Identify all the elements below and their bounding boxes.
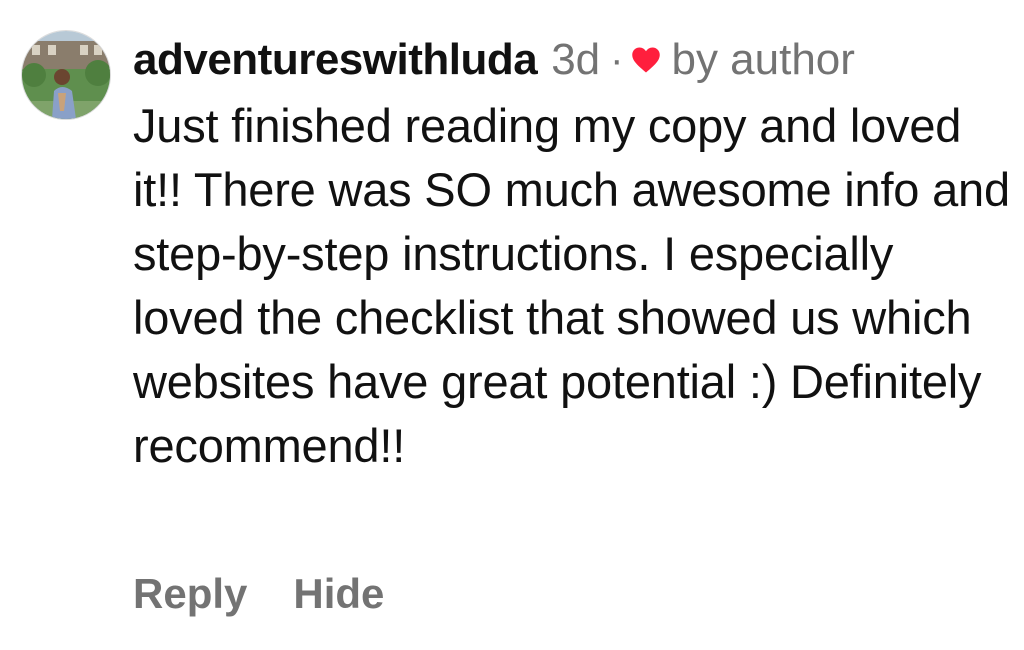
comment-text: Just finished reading my copy and loved … <box>133 99 1010 472</box>
comment-header: adventureswithluda 3d · by author <box>133 32 1013 88</box>
avatar[interactable] <box>21 30 111 120</box>
username-link[interactable]: adventureswithluda <box>133 35 538 85</box>
reply-button[interactable]: Reply <box>133 570 247 618</box>
comment-timestamp[interactable]: 3d <box>551 35 600 85</box>
comment: adventureswithluda 3d · by author Just f… <box>0 0 1024 650</box>
liked-by-author-label: by author <box>671 35 855 84</box>
heart-icon <box>631 46 661 74</box>
hide-button[interactable]: Hide <box>293 570 384 618</box>
comment-content: adventureswithluda 3d · by author Just f… <box>133 32 1013 478</box>
avatar-photo <box>22 31 110 119</box>
separator-dot: · <box>610 37 624 82</box>
comment-actions: Reply Hide <box>133 570 384 618</box>
